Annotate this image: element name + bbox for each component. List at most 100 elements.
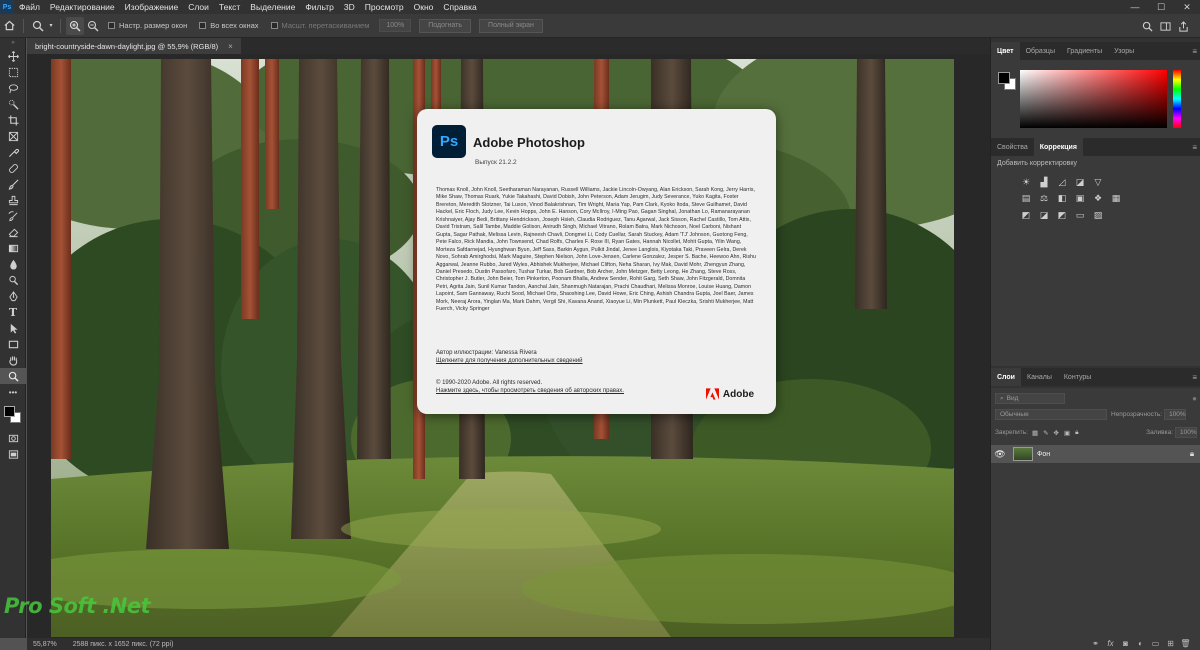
close-button[interactable]: ✕ (1174, 0, 1200, 14)
resize-windows-checkbox[interactable]: Настр. размер окон (108, 21, 187, 30)
zoom-tool-icon[interactable] (0, 368, 26, 384)
pen-tool-icon[interactable] (0, 288, 26, 304)
invert-icon[interactable]: ◩ (1019, 209, 1033, 221)
levels-icon[interactable]: ▟ (1037, 176, 1051, 188)
threshold-icon[interactable]: ◩ (1055, 209, 1069, 221)
menu-type[interactable]: Текст (214, 0, 245, 14)
blur-tool-icon[interactable] (0, 256, 26, 272)
opacity-field[interactable]: 100% (1164, 409, 1187, 420)
scrubby-zoom-checkbox[interactable]: Масшт. перетаскиванием (270, 21, 369, 30)
posterize-icon[interactable]: ◪ (1037, 209, 1051, 221)
more-info-link[interactable]: Щелкните для получения дополнительных св… (436, 358, 583, 364)
color-lookup-icon[interactable]: ▦ (1109, 192, 1123, 204)
menu-window[interactable]: Окно (409, 0, 439, 14)
lasso-tool-icon[interactable] (0, 80, 26, 96)
healing-brush-tool-icon[interactable] (0, 160, 26, 176)
screen-mode-icon[interactable] (0, 446, 26, 462)
toolbar-collapse-icon[interactable]: » (0, 38, 26, 48)
tab-swatches[interactable]: Образцы (1020, 42, 1061, 60)
tab-channels[interactable]: Каналы (1021, 368, 1058, 386)
lock-brush-icon[interactable]: ✎ (1043, 429, 1048, 437)
trash-icon[interactable]: 🗑︎ (1178, 637, 1193, 649)
photoshop-logo[interactable]: Ps (0, 0, 14, 14)
path-selection-tool-icon[interactable] (0, 320, 26, 336)
menu-3d[interactable]: 3D (339, 0, 360, 14)
lock-move-icon[interactable]: ✥ (1054, 429, 1059, 437)
menu-filter[interactable]: Фильтр (300, 0, 339, 14)
history-brush-tool-icon[interactable] (0, 208, 26, 224)
zoom-in-icon[interactable] (66, 16, 84, 35)
layer-kind-filter[interactable]: ⌕ Вид (995, 393, 1065, 404)
menu-file[interactable]: Файл (14, 0, 45, 14)
gradient-map-icon[interactable]: ▭ (1073, 209, 1087, 221)
fx-icon[interactable]: fx (1103, 637, 1118, 649)
foreground-color-swatch[interactable] (4, 406, 15, 417)
crop-tool-icon[interactable] (0, 112, 26, 128)
menu-view[interactable]: Просмотр (360, 0, 409, 14)
layer-mask-icon[interactable]: ◙ (1118, 637, 1133, 649)
new-layer-icon[interactable]: ⊞ (1163, 637, 1178, 649)
filter-toggle-icon[interactable]: ● (1192, 394, 1197, 403)
rectangle-tool-icon[interactable] (0, 336, 26, 352)
brush-tool-icon[interactable] (0, 176, 26, 192)
blend-mode-select[interactable]: Обычные (995, 409, 1107, 420)
canvas-area[interactable]: Ps Adobe Photoshop Выпуск 21.2.2 Thomas … (27, 54, 990, 638)
color-balance-icon[interactable]: ⚖ (1037, 192, 1051, 204)
menu-help[interactable]: Справка (438, 0, 481, 14)
minimize-button[interactable]: — (1122, 0, 1148, 14)
exposure-icon[interactable]: ◪ (1073, 176, 1087, 188)
menu-select[interactable]: Выделение (245, 0, 300, 14)
layer-row[interactable]: 👁︎ Фон 🔒︎ (991, 445, 1200, 463)
lock-icon[interactable]: 🔒︎ (1183, 449, 1200, 459)
hue-saturation-icon[interactable]: ▤ (1019, 192, 1033, 204)
panel-menu-icon[interactable]: ≡ (1192, 143, 1197, 152)
group-folder-icon[interactable]: ▭ (1148, 637, 1163, 649)
clone-stamp-tool-icon[interactable] (0, 192, 26, 208)
document-tab[interactable]: bright-countryside-dawn-daylight.jpg @ 5… (27, 38, 241, 54)
quick-mask-icon[interactable] (0, 430, 26, 446)
color-picker-field[interactable] (1020, 70, 1167, 128)
tab-patterns[interactable]: Узоры (1108, 42, 1140, 60)
panel-menu-icon[interactable]: ≡ (1192, 47, 1197, 56)
lock-pixels-icon[interactable]: ▦ (1032, 429, 1038, 437)
adjustment-layer-icon[interactable]: ◐ (1133, 637, 1148, 649)
tab-gradients[interactable]: Градиенты (1061, 42, 1108, 60)
marquee-tool-icon[interactable] (0, 64, 26, 80)
hand-tool-icon[interactable] (0, 352, 26, 368)
legal-notices-link[interactable]: Нажмите здесь, чтобы просмотреть сведени… (436, 388, 624, 394)
menu-layers[interactable]: Слои (183, 0, 214, 14)
dodge-tool-icon[interactable] (0, 272, 26, 288)
panel-menu-icon[interactable]: ≡ (1192, 373, 1197, 382)
fill-field[interactable]: 100% (1175, 427, 1197, 438)
tab-adjustments[interactable]: Коррекция (1033, 138, 1083, 156)
brightness-contrast-icon[interactable]: ☀ (1019, 176, 1033, 188)
frame-tool-icon[interactable] (0, 128, 26, 144)
photo-filter-icon[interactable]: ▣ (1073, 192, 1087, 204)
all-windows-checkbox[interactable]: Во всех окнах (199, 21, 259, 30)
tab-color[interactable]: Цвет (991, 42, 1020, 60)
black-white-icon[interactable]: ◧ (1055, 192, 1069, 204)
share-icon[interactable] (1174, 17, 1192, 35)
eyedropper-tool-icon[interactable] (0, 144, 26, 160)
more-tools-icon[interactable]: ••• (0, 384, 26, 400)
menu-edit[interactable]: Редактирование (45, 0, 120, 14)
tab-properties[interactable]: Свойства (991, 138, 1034, 156)
tab-paths[interactable]: Контуры (1058, 368, 1097, 386)
search-icon[interactable] (1138, 17, 1156, 35)
fill-screen-button[interactable]: Полный экран (479, 18, 543, 33)
eraser-tool-icon[interactable] (0, 224, 26, 240)
chevron-down-icon[interactable]: ▾ (47, 17, 55, 35)
close-icon[interactable]: × (228, 42, 233, 51)
vibrance-icon[interactable]: ▽ (1091, 176, 1105, 188)
hue-slider[interactable] (1173, 70, 1181, 128)
lock-all-icon[interactable]: 🔒︎ (1075, 429, 1078, 437)
maximize-button[interactable]: ☐ (1148, 0, 1174, 14)
menu-image[interactable]: Изображение (120, 0, 184, 14)
zoom-tool-icon[interactable] (29, 17, 47, 35)
layer-name[interactable]: Фон (1037, 451, 1183, 458)
type-tool-icon[interactable]: T (0, 304, 26, 320)
foreground-color-swatch[interactable] (998, 72, 1010, 84)
fit-screen-button[interactable]: Подогнать (419, 18, 472, 33)
visibility-eye-icon[interactable]: 👁︎ (991, 449, 1009, 460)
tab-layers[interactable]: Слои (991, 368, 1021, 386)
